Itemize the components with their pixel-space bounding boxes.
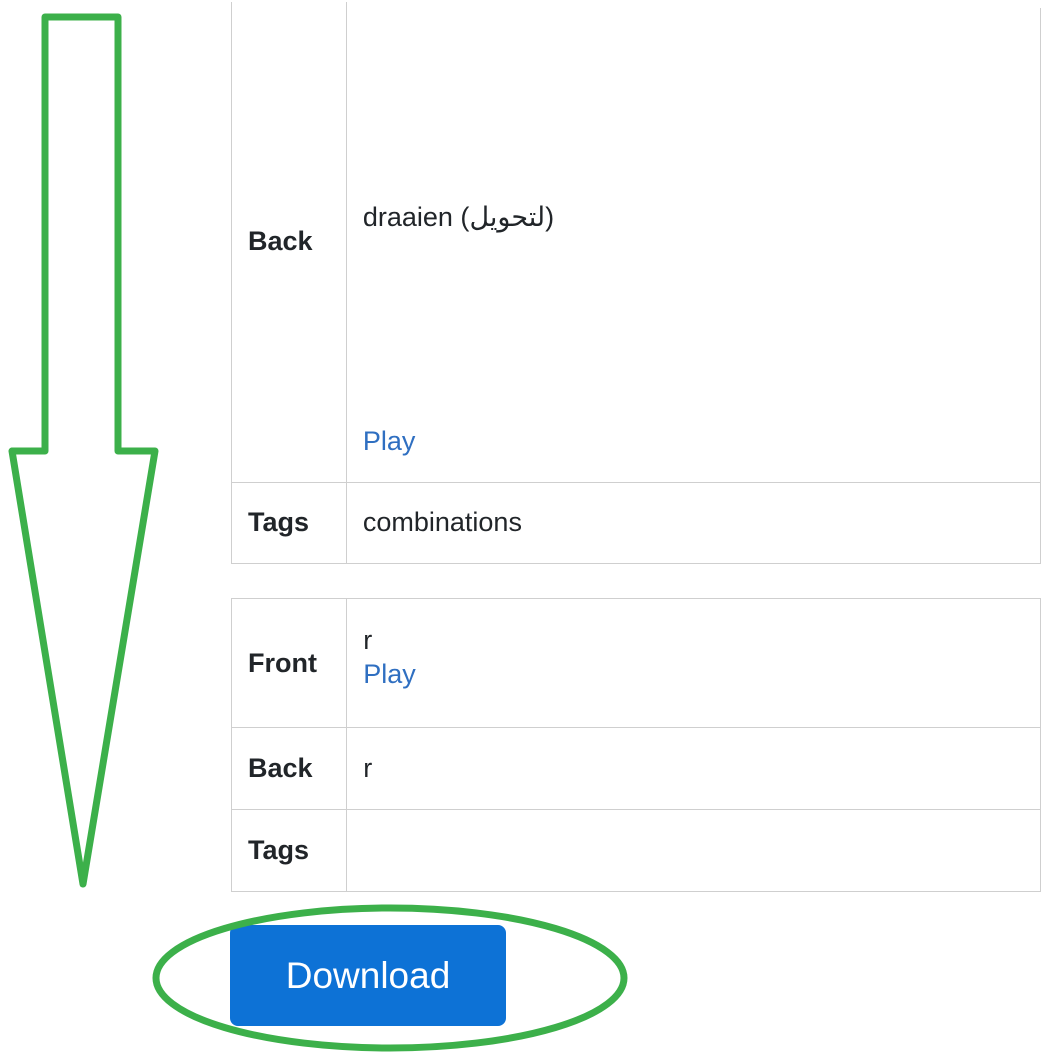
tags-label: Tags bbox=[230, 809, 348, 892]
down-arrow-annotation bbox=[8, 13, 159, 888]
back-value: r bbox=[346, 727, 1041, 810]
front-value: r Play bbox=[346, 598, 1041, 728]
front-text: r bbox=[363, 625, 373, 655]
front-row: Front r Play bbox=[230, 598, 1041, 728]
tags-label: Tags bbox=[231, 481, 347, 564]
download-button[interactable]: Download bbox=[230, 925, 506, 1026]
note-card-2: Front r Play Back r Tags bbox=[230, 598, 1041, 892]
tags-value bbox=[346, 809, 1041, 892]
play-back-link[interactable]: Play bbox=[363, 426, 416, 457]
front-label: Front bbox=[230, 598, 348, 728]
back-label: Back bbox=[230, 727, 348, 810]
back-text: draaien (لتحويل) bbox=[362, 202, 555, 232]
back-value: draaien (لتحويل) Play bbox=[345, 2, 1041, 483]
note-card-1: Back draaien (لتحويل) Play Tags combinat… bbox=[231, 2, 1041, 564]
tags-row: Tags combinations bbox=[231, 481, 1041, 564]
top-edge-mask bbox=[580, 0, 1041, 8]
tags-row: Tags bbox=[230, 809, 1041, 892]
back-label: Back bbox=[231, 2, 347, 483]
tags-value: combinations bbox=[345, 481, 1041, 564]
back-row: Back draaien (لتحويل) Play bbox=[231, 2, 1041, 483]
back-row: Back r bbox=[230, 727, 1041, 810]
play-front-link[interactable]: Play bbox=[363, 657, 416, 691]
